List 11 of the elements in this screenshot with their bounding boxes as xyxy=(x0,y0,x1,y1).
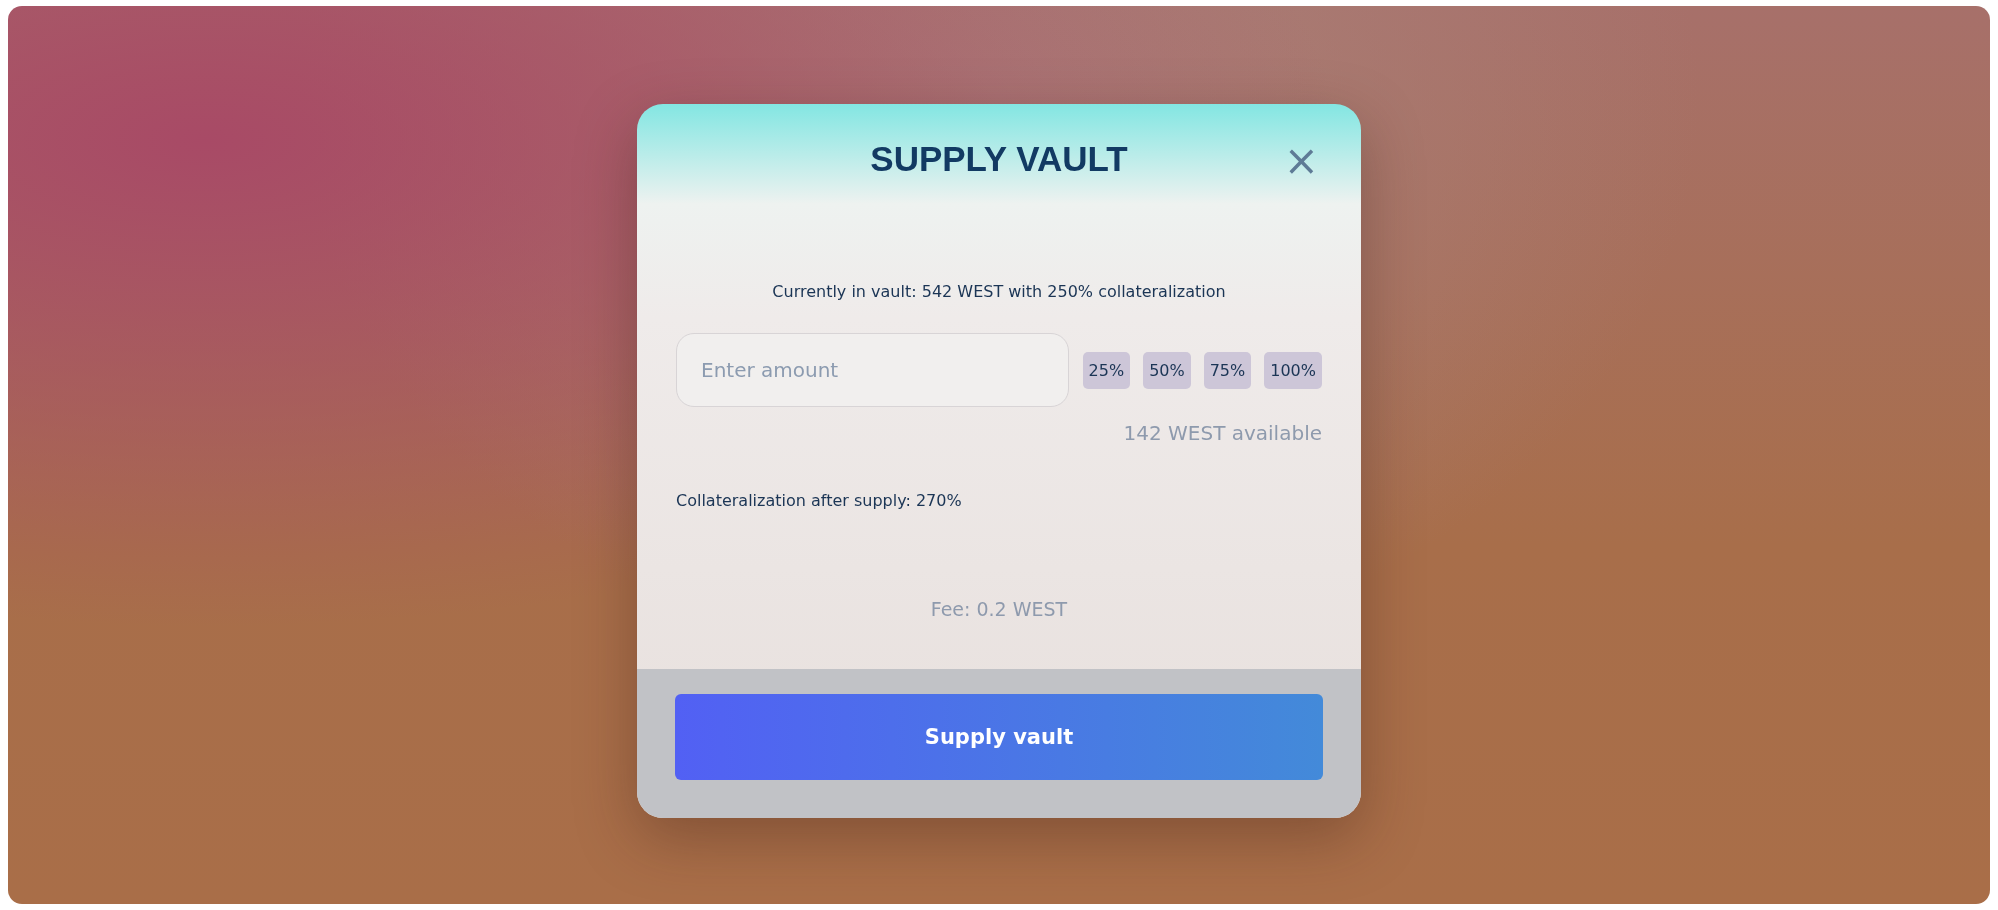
amount-field[interactable]: Enter amount xyxy=(676,333,1069,407)
percent-button[interactable]: 75% xyxy=(1203,351,1252,389)
available-balance: 142 WEST available xyxy=(1123,421,1322,445)
dialog-title: SUPPLY VAULT xyxy=(870,139,1128,179)
supply-button[interactable]: Supply vault xyxy=(675,694,1323,780)
collateralization-text: Collateralization after supply: 270% xyxy=(676,491,963,510)
vault-status-text: Currently in vault: 542 WEST with 250% collateralization xyxy=(771,282,1227,301)
percent-button[interactable]: 100% xyxy=(1264,351,1322,389)
fee-text: Fee: 0.2 WEST xyxy=(929,598,1069,620)
percent-button[interactable]: 50% xyxy=(1143,351,1191,389)
percent-button[interactable]: 25% xyxy=(1082,351,1131,389)
